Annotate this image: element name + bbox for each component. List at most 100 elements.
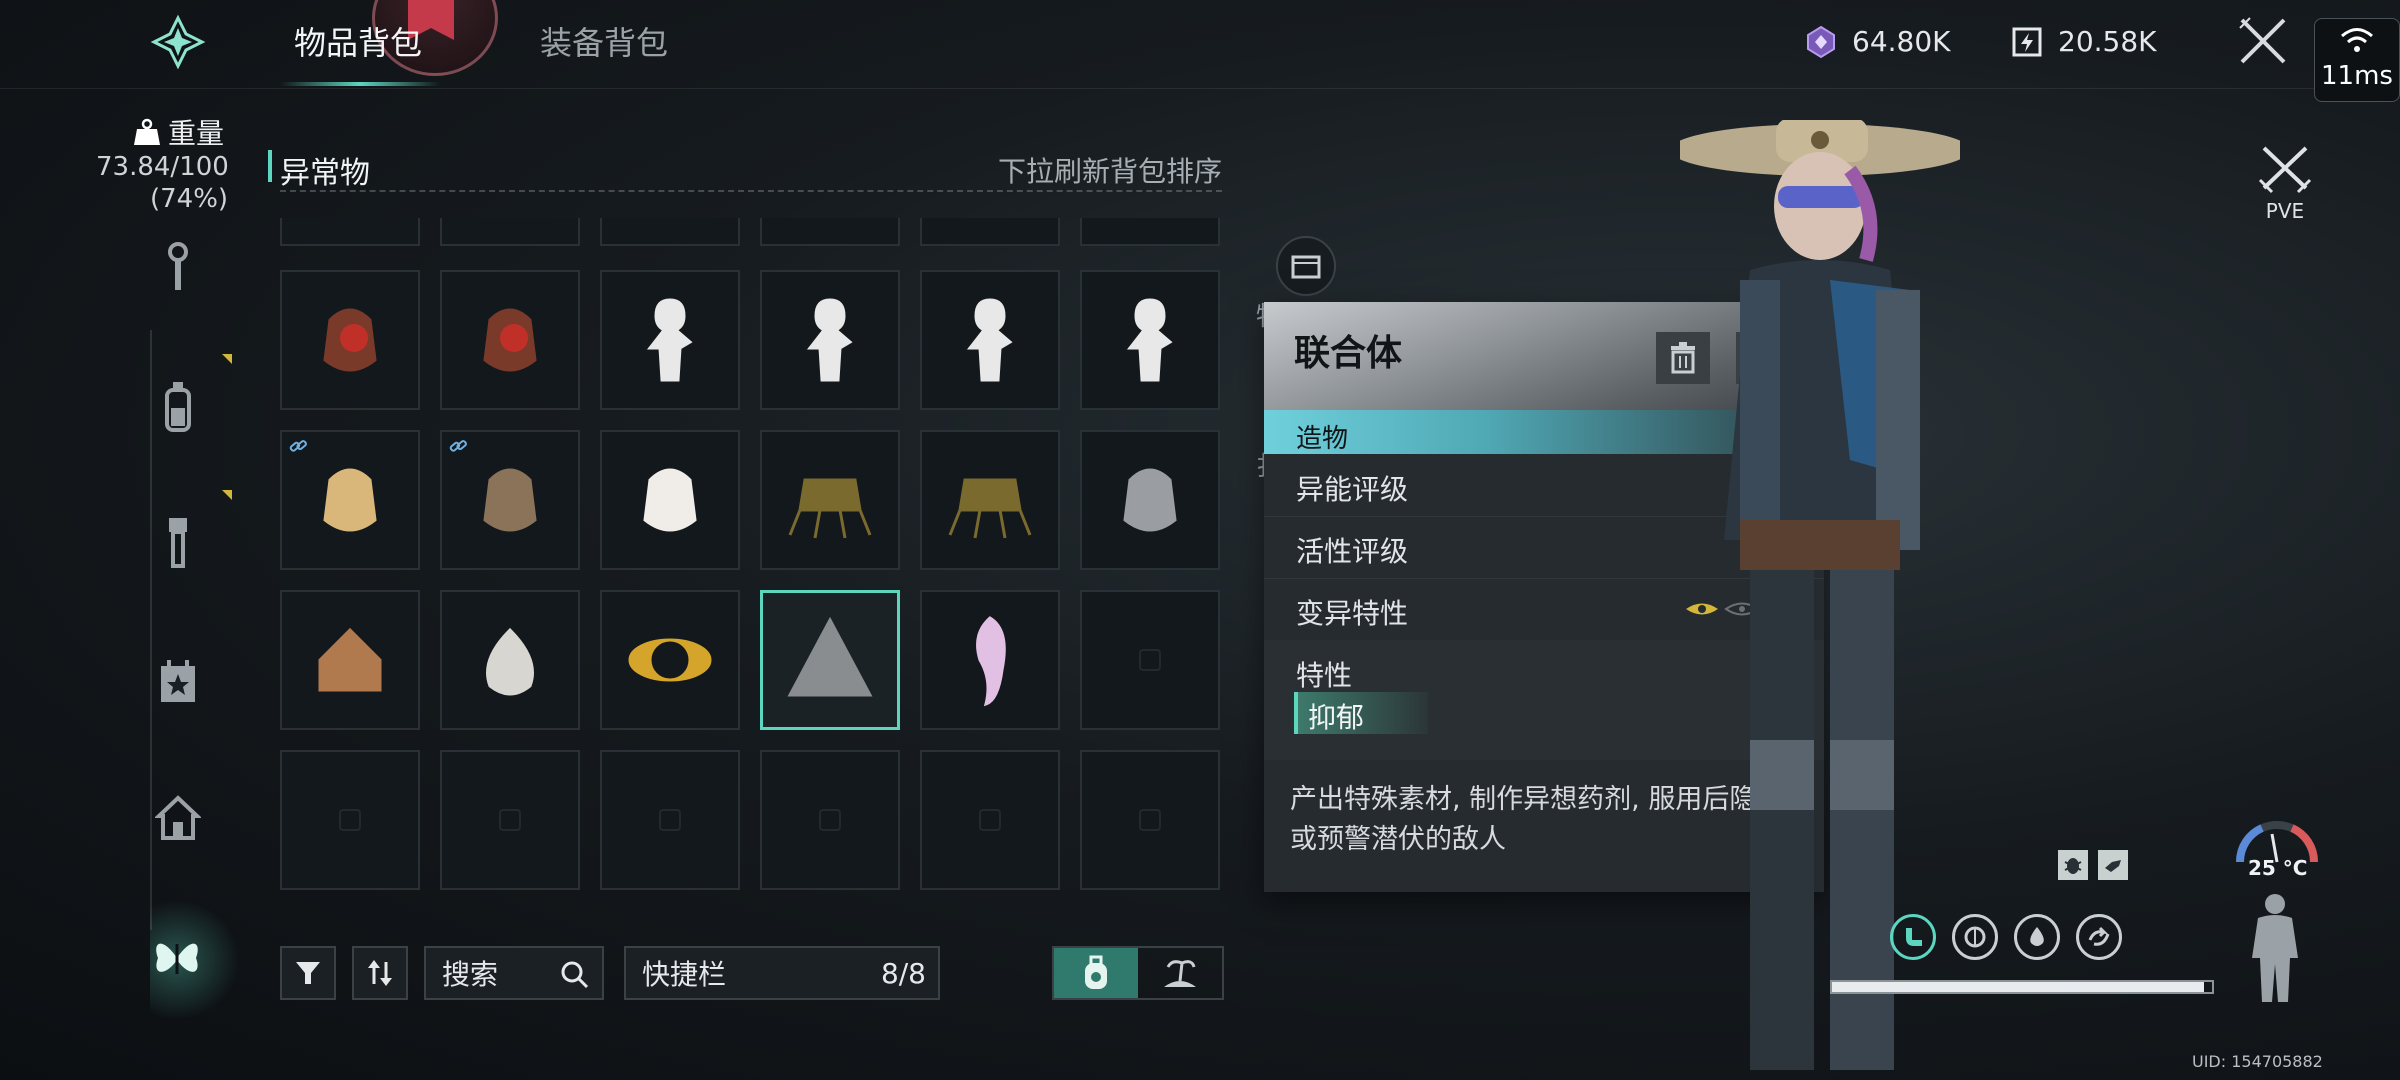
crate-icon	[1291, 255, 1321, 279]
calendar-star-icon[interactable]	[155, 656, 201, 708]
water-drop-icon[interactable]	[2014, 914, 2060, 960]
weight-label: 重量	[168, 117, 225, 150]
item-category: 造物	[1296, 424, 1349, 454]
inventory-slot[interactable]	[920, 590, 1060, 730]
tab-items-bag[interactable]: 物品背包	[294, 18, 422, 68]
network-status: 11ms	[2314, 18, 2400, 102]
energy-box-icon	[2012, 27, 2042, 57]
search-label: 搜索	[442, 958, 499, 991]
weight-icon	[134, 118, 160, 145]
inventory-slot[interactable]	[600, 270, 740, 410]
hooded-creature-item-icon	[323, 308, 377, 372]
inventory-slot[interactable]	[440, 270, 580, 410]
empty-slot[interactable]	[280, 750, 420, 890]
inventory-slot-partial[interactable]	[440, 218, 580, 246]
flower-crab-item-icon	[788, 478, 872, 539]
empty-slot-marker	[339, 809, 361, 831]
sort-hint: 下拉刷新背包排序	[997, 155, 1222, 188]
tab-equipment-bag[interactable]: 装备背包	[540, 18, 668, 68]
material-button[interactable]	[1276, 236, 1336, 296]
new-marker	[222, 490, 232, 500]
paper-doll-charm-item-icon	[646, 298, 693, 382]
inventory-slot[interactable]	[600, 430, 740, 570]
currency-energy[interactable]: 20.58K	[2010, 20, 2157, 64]
search-input[interactable]: 搜索	[424, 946, 604, 1000]
link-icon	[449, 440, 467, 452]
backpack-icon	[1085, 955, 1107, 989]
home-icon[interactable]	[155, 792, 201, 844]
inventory-slot[interactable]	[600, 590, 740, 730]
inventory-slot[interactable]	[1080, 430, 1220, 570]
inventory-slot-partial[interactable]	[920, 218, 1060, 246]
butterfly-icon[interactable]	[152, 930, 202, 986]
stamina-icon[interactable]	[2076, 914, 2122, 960]
inventory-slot[interactable]	[280, 590, 420, 730]
inventory-slot[interactable]	[280, 430, 420, 570]
user-id: UID: 154705882	[2192, 1052, 2323, 1071]
tabby-cat-item-icon	[1123, 468, 1177, 532]
sort-button[interactable]	[352, 946, 408, 1000]
shepherd-dog-item-icon	[483, 468, 537, 532]
empty-slot[interactable]	[600, 750, 740, 890]
weight-percent: (74%)	[150, 184, 229, 214]
flashlight-icon[interactable]	[155, 516, 201, 568]
empty-slot-marker	[819, 809, 841, 831]
backpack-toggle[interactable]	[1054, 948, 1138, 998]
inventory-slot-partial[interactable]	[760, 218, 900, 246]
quickbar-button[interactable]: 快捷栏 8/8	[624, 946, 940, 1000]
bottle-icon[interactable]	[155, 380, 201, 432]
inventory-slot-partial[interactable]	[280, 218, 420, 246]
inventory-slot[interactable]	[760, 590, 900, 730]
quickbar-label: 快捷栏	[642, 958, 727, 991]
empty-slot-marker	[1139, 809, 1161, 831]
inventory-slot[interactable]	[760, 430, 900, 570]
search-icon[interactable]	[560, 960, 590, 990]
empty-slot[interactable]	[920, 750, 1060, 890]
stamina-bar-fill	[1832, 982, 2204, 992]
inventory-slot[interactable]	[440, 590, 580, 730]
inventory-slot[interactable]	[760, 270, 900, 410]
inventory-slot[interactable]	[920, 270, 1060, 410]
empty-slot[interactable]	[1080, 590, 1220, 730]
wrench-icon[interactable]	[155, 242, 201, 294]
stat-label: 异能评级	[1296, 473, 1409, 506]
currency-crystal[interactable]: 64.80K	[1804, 20, 1951, 64]
crystal-amount: 64.80K	[1852, 25, 1951, 58]
inventory-slot[interactable]	[440, 430, 580, 570]
inventory-slot[interactable]	[1080, 270, 1220, 410]
inventory-slot[interactable]	[920, 430, 1060, 570]
filter-button[interactable]	[280, 946, 336, 1000]
paper-doll-charm-item-icon	[966, 298, 1013, 382]
stat-label: 变异特性	[1296, 597, 1409, 630]
wifi-icon	[2341, 28, 2373, 52]
empty-slot[interactable]	[1080, 750, 1220, 890]
pyramid-item-icon	[787, 616, 873, 697]
section-accent-bar	[268, 150, 272, 182]
inventory-slot[interactable]	[280, 270, 420, 410]
game-logo-icon[interactable]	[150, 14, 206, 70]
bug-status-icon[interactable]	[2058, 850, 2088, 880]
inventory-slot-partial[interactable]	[1080, 218, 1220, 246]
inventory-slot-partial[interactable]	[600, 218, 740, 246]
empty-slot[interactable]	[760, 750, 900, 890]
empty-slot-marker	[1139, 649, 1161, 671]
empty-slot[interactable]	[440, 750, 580, 890]
weight-value: 73.84/100	[96, 152, 229, 182]
inventory-grid	[280, 218, 1226, 900]
body-status-icon[interactable]	[2248, 892, 2302, 1010]
trait-chip[interactable]: 抑郁	[1294, 692, 1428, 734]
active-tab-indicator	[280, 82, 440, 86]
island-toggle[interactable]	[1138, 948, 1222, 998]
brain-icon[interactable]	[1952, 914, 1998, 960]
new-marker	[222, 354, 232, 364]
stomach-icon[interactable]	[1890, 914, 1936, 960]
crystal-icon	[1807, 25, 1835, 59]
energy-amount: 20.58K	[2058, 25, 2157, 58]
hand-status-icon[interactable]	[2098, 850, 2128, 880]
paper-doll-charm-item-icon	[1126, 298, 1173, 382]
onion-item-icon	[486, 627, 534, 696]
hooded-creature-item-icon	[483, 308, 537, 372]
pve-mode-button[interactable]: PVE	[2254, 144, 2316, 224]
sort-icon	[368, 960, 392, 986]
close-icon[interactable]	[2236, 14, 2290, 68]
